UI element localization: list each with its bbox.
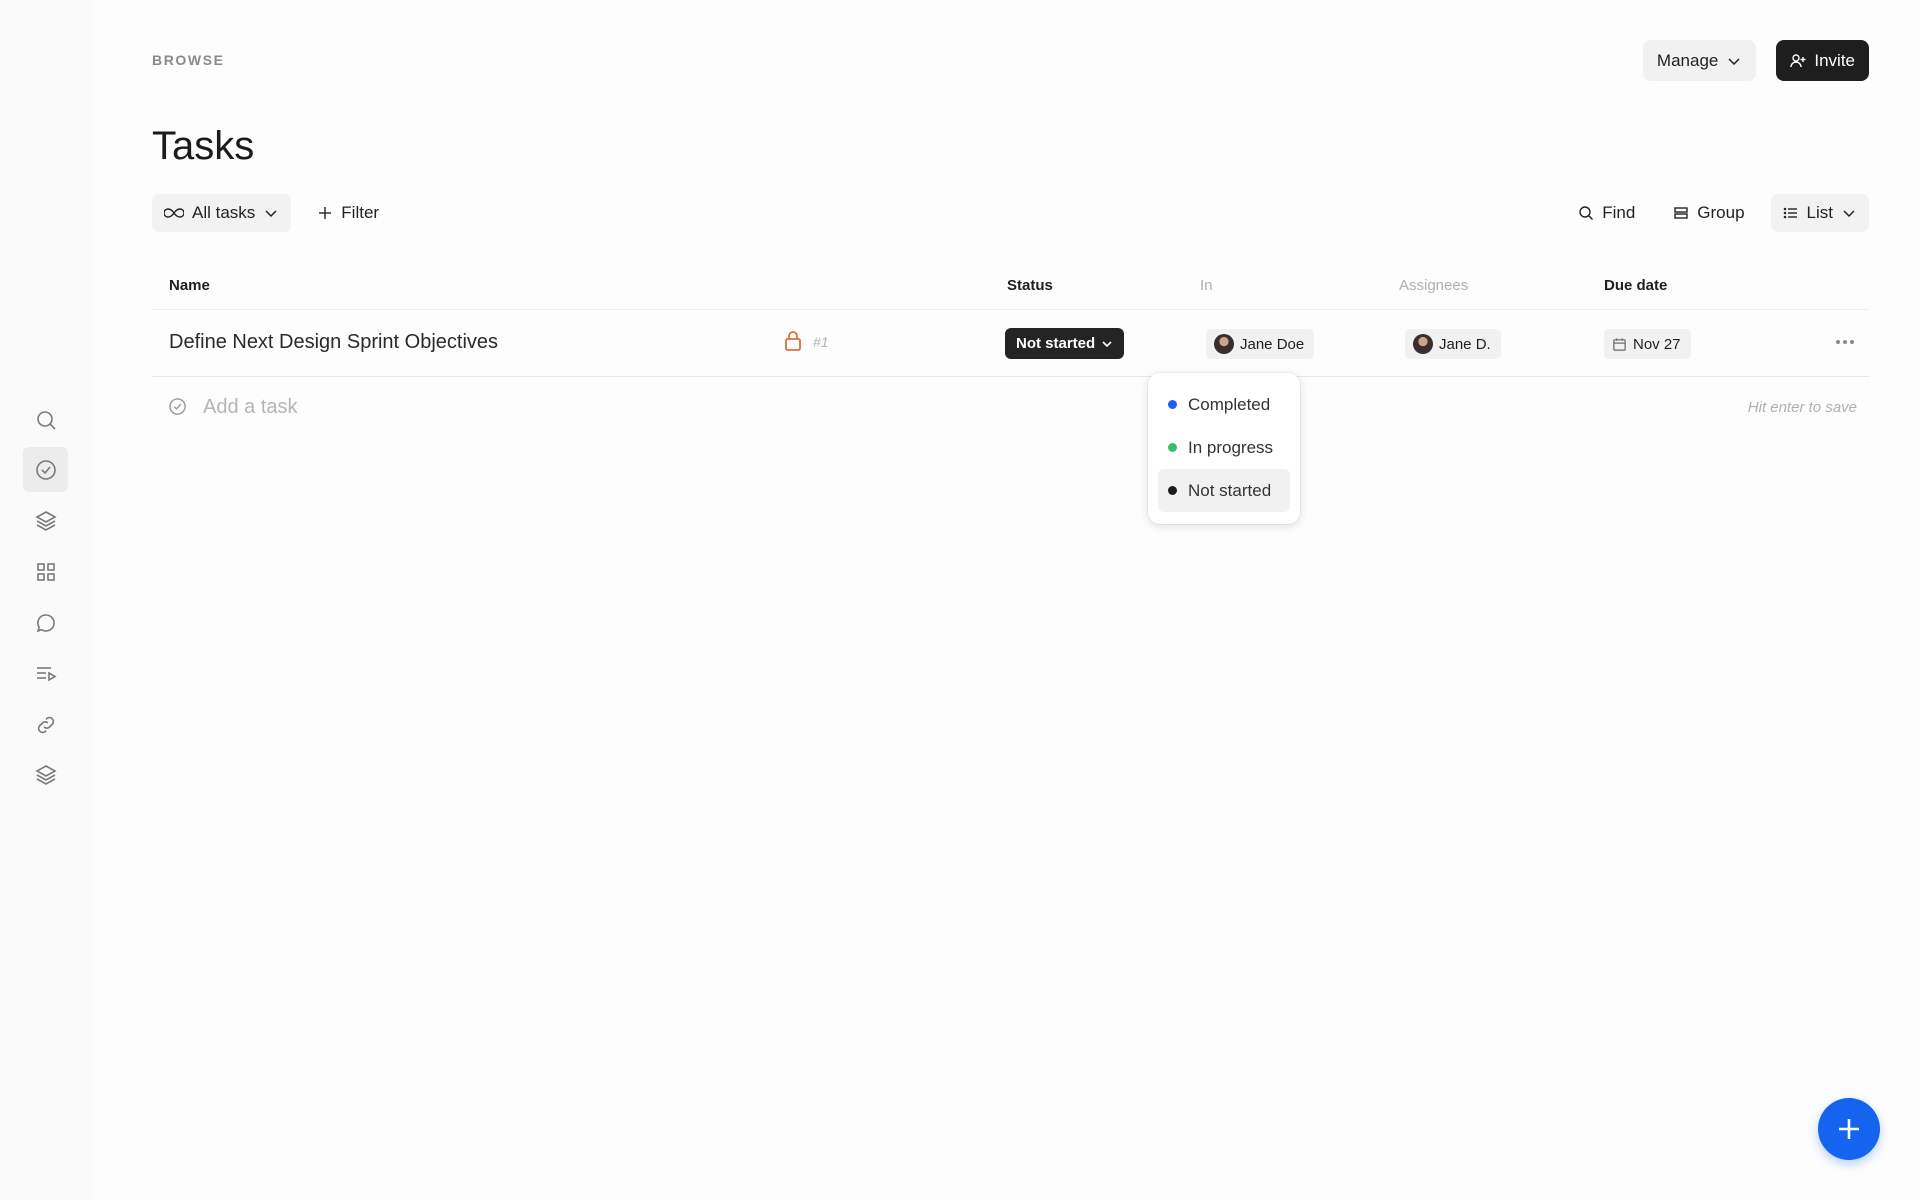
option-label: In progress bbox=[1188, 437, 1274, 457]
stack-icon[interactable] bbox=[23, 752, 68, 797]
save-hint: Hit enter to save bbox=[1747, 399, 1857, 416]
list-icon bbox=[1783, 207, 1797, 219]
status-dropdown-button[interactable]: Not started bbox=[1005, 328, 1125, 359]
option-label: Not started bbox=[1188, 480, 1272, 500]
lock-icon bbox=[785, 331, 801, 351]
due-date-chip[interactable]: Nov 27 bbox=[1604, 329, 1691, 359]
manage-button[interactable]: Manage bbox=[1642, 40, 1757, 81]
playlist-icon[interactable] bbox=[23, 651, 68, 696]
page-title: Tasks bbox=[152, 124, 255, 168]
search-icon bbox=[1579, 206, 1594, 220]
column-name[interactable]: Name bbox=[169, 277, 210, 294]
find-label: Find bbox=[1602, 203, 1636, 222]
in-label: Jane Doe bbox=[1240, 335, 1305, 353]
task-name[interactable]: Define Next Design Sprint Objectives bbox=[169, 331, 498, 354]
status-option-completed[interactable]: Completed bbox=[1158, 383, 1290, 426]
table-row[interactable]: Define Next Design Sprint Objectives #1 … bbox=[152, 310, 1869, 377]
status-option-in-progress[interactable]: In progress bbox=[1158, 426, 1290, 469]
invite-label: Invite bbox=[1814, 50, 1855, 70]
find-button[interactable]: Find bbox=[1566, 194, 1647, 232]
in-chip[interactable]: Jane Doe bbox=[1206, 329, 1315, 359]
status-label: Not started bbox=[1016, 335, 1096, 352]
add-task-row[interactable]: Add a task Hit enter to save bbox=[152, 377, 1869, 437]
chat-icon[interactable] bbox=[23, 600, 68, 645]
chevron-down-icon bbox=[1102, 340, 1112, 347]
check-circle-icon bbox=[169, 398, 186, 415]
assignee-chip[interactable]: Jane D. bbox=[1405, 329, 1501, 359]
group-icon bbox=[1674, 207, 1688, 219]
group-label: Group bbox=[1697, 203, 1745, 222]
column-assignees[interactable]: Assignees bbox=[1399, 277, 1468, 294]
due-date-label: Nov 27 bbox=[1633, 335, 1681, 353]
top-actions: Manage Invite bbox=[1642, 40, 1869, 81]
group-button[interactable]: Group bbox=[1661, 194, 1756, 232]
grid-icon[interactable] bbox=[23, 549, 68, 594]
status-option-not-started[interactable]: Not started bbox=[1158, 469, 1290, 512]
all-tasks-dropdown[interactable]: All tasks bbox=[152, 194, 292, 232]
chevron-down-icon bbox=[1728, 57, 1740, 65]
status-dot-black bbox=[1168, 486, 1177, 495]
add-user-icon bbox=[1790, 53, 1806, 67]
search-icon[interactable] bbox=[23, 397, 68, 442]
column-in[interactable]: In bbox=[1200, 277, 1213, 294]
column-status[interactable]: Status bbox=[1007, 277, 1053, 294]
layers-icon[interactable] bbox=[23, 498, 68, 543]
manage-label: Manage bbox=[1656, 50, 1719, 70]
calendar-icon bbox=[1613, 337, 1626, 351]
status-dot-blue bbox=[1168, 400, 1177, 409]
view-label: List bbox=[1806, 203, 1833, 222]
add-fab-button[interactable] bbox=[1818, 1098, 1880, 1160]
column-due-date[interactable]: Due date bbox=[1604, 277, 1667, 294]
view-dropdown[interactable]: List bbox=[1770, 194, 1869, 232]
link-icon[interactable] bbox=[23, 702, 68, 747]
status-dot-green bbox=[1168, 443, 1177, 452]
view-actions: Find Group List bbox=[1566, 194, 1869, 232]
chevron-down-icon bbox=[265, 210, 277, 218]
filter-button[interactable]: Filter bbox=[305, 194, 391, 232]
avatar bbox=[1413, 334, 1433, 354]
assignee-label: Jane D. bbox=[1439, 335, 1491, 353]
avatar bbox=[1214, 334, 1234, 354]
breadcrumb: BROWSE bbox=[152, 52, 225, 68]
add-task-input[interactable]: Add a task bbox=[203, 396, 298, 419]
invite-button[interactable]: Invite bbox=[1776, 40, 1869, 81]
task-number: #1 bbox=[813, 334, 829, 350]
infinity-icon bbox=[164, 208, 184, 218]
filter-label: Filter bbox=[341, 203, 380, 222]
more-options-icon[interactable] bbox=[1833, 332, 1857, 352]
plus-icon bbox=[319, 207, 332, 219]
view-toolbar: All tasks Filter bbox=[152, 194, 391, 232]
sidebar bbox=[0, 0, 92, 1200]
check-circle-icon[interactable] bbox=[23, 447, 68, 492]
table-header: Name Status In Assignees Due date bbox=[152, 262, 1869, 310]
status-menu: Completed In progress Not started bbox=[1148, 373, 1300, 524]
plus-icon bbox=[1839, 1119, 1859, 1139]
chevron-down-icon bbox=[1843, 210, 1855, 218]
main-content: BROWSE Tasks Manage Invite All tasks Fil… bbox=[152, 0, 1920, 1200]
task-table: Name Status In Assignees Due date Define… bbox=[152, 262, 1869, 437]
all-tasks-label: All tasks bbox=[192, 203, 256, 222]
option-label: Completed bbox=[1188, 394, 1271, 414]
